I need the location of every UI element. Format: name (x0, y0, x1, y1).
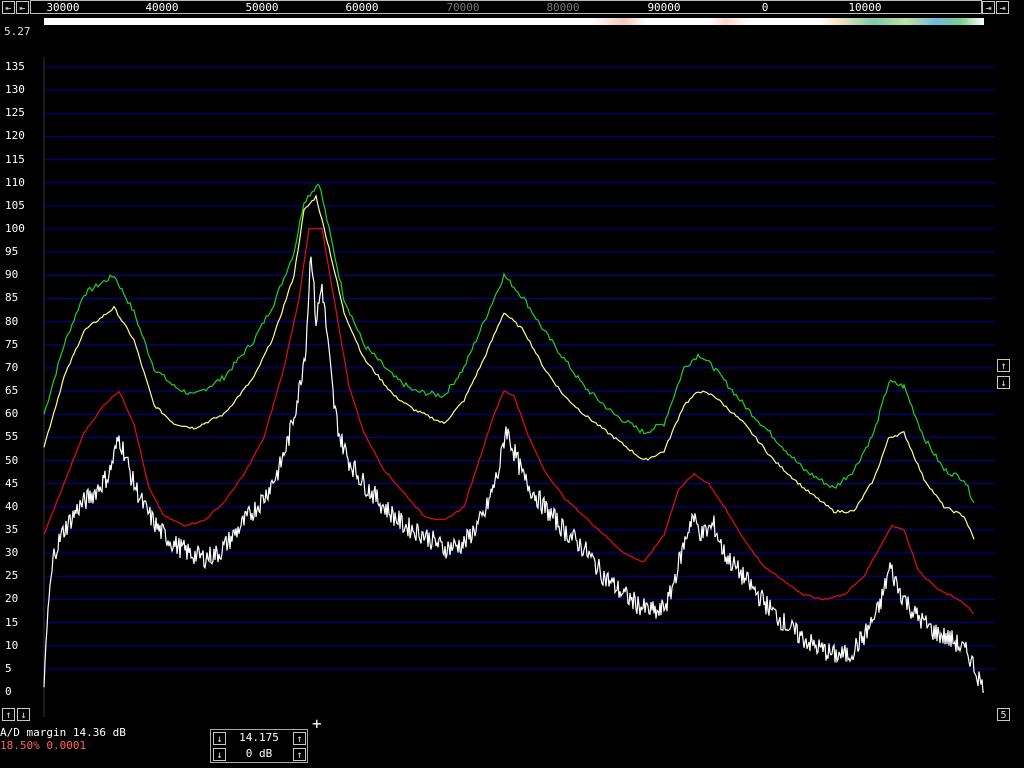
y-tick-25: 25 (5, 569, 19, 583)
gain-value-up-button[interactable]: ↑ (293, 732, 306, 745)
y-tick-15: 15 (5, 615, 19, 629)
y-tick-135: 135 (5, 60, 25, 73)
y-tick-0: 0 (5, 685, 12, 698)
y-tick-60: 60 (5, 407, 19, 421)
spectrum-plot[interactable] (0, 0, 1024, 768)
y-tick-110: 110 (5, 175, 25, 189)
spectrum-trace-red (43, 227, 975, 614)
y-tick-90: 90 (5, 268, 19, 282)
y-tick-10: 10 (5, 638, 19, 652)
level-up-button[interactable]: ↑ (997, 359, 1010, 372)
y-tick-125: 125 (5, 106, 25, 120)
y-tick-130: 130 (5, 83, 25, 97)
db-value: 0 dB (245, 747, 273, 760)
ad-margin-text: A/D margin 14.36 dB (0, 726, 126, 739)
y-tick-35: 35 (5, 522, 19, 536)
y-tick-75: 75 (5, 337, 19, 351)
y-tick-20: 20 (5, 592, 19, 606)
gain-value: 14.175 (239, 731, 279, 744)
db-up-button[interactable]: ↑ (293, 748, 306, 761)
gain-value-down-button[interactable]: ↓ (213, 732, 226, 745)
crosshair-cursor: + (312, 714, 322, 733)
percent-readout: 18.50% 0.0001 (0, 739, 87, 752)
y-tick-50: 50 (5, 453, 19, 467)
right-marker-button[interactable]: 5 (997, 708, 1010, 721)
y-tick-80: 80 (5, 314, 19, 328)
gain-down-button[interactable]: ↓ (17, 708, 30, 721)
y-tick-70: 70 (5, 360, 19, 374)
level-down-button[interactable]: ↓ (997, 376, 1010, 389)
gain-up-button[interactable]: ↑ (2, 708, 15, 721)
spectrum-trace-green (43, 183, 975, 503)
y-tick-95: 95 (5, 245, 19, 259)
y-tick-105: 105 (5, 198, 25, 212)
y-tick-55: 55 (5, 430, 19, 444)
y-tick-85: 85 (5, 291, 19, 305)
db-down-button[interactable]: ↓ (213, 748, 226, 761)
gain-control-box: ↓ 14.175 ↑ ↓ 0 dB ↑ (210, 729, 308, 763)
y-tick-30: 30 (5, 546, 19, 560)
y-tick-115: 115 (5, 152, 25, 166)
y-tick-5: 5 (5, 661, 12, 675)
y-tick-100: 100 (5, 222, 25, 236)
y-tick-120: 120 (5, 129, 25, 143)
y-tick-65: 65 (5, 384, 19, 398)
y-tick-45: 45 (5, 476, 19, 490)
y-tick-40: 40 (5, 499, 19, 513)
